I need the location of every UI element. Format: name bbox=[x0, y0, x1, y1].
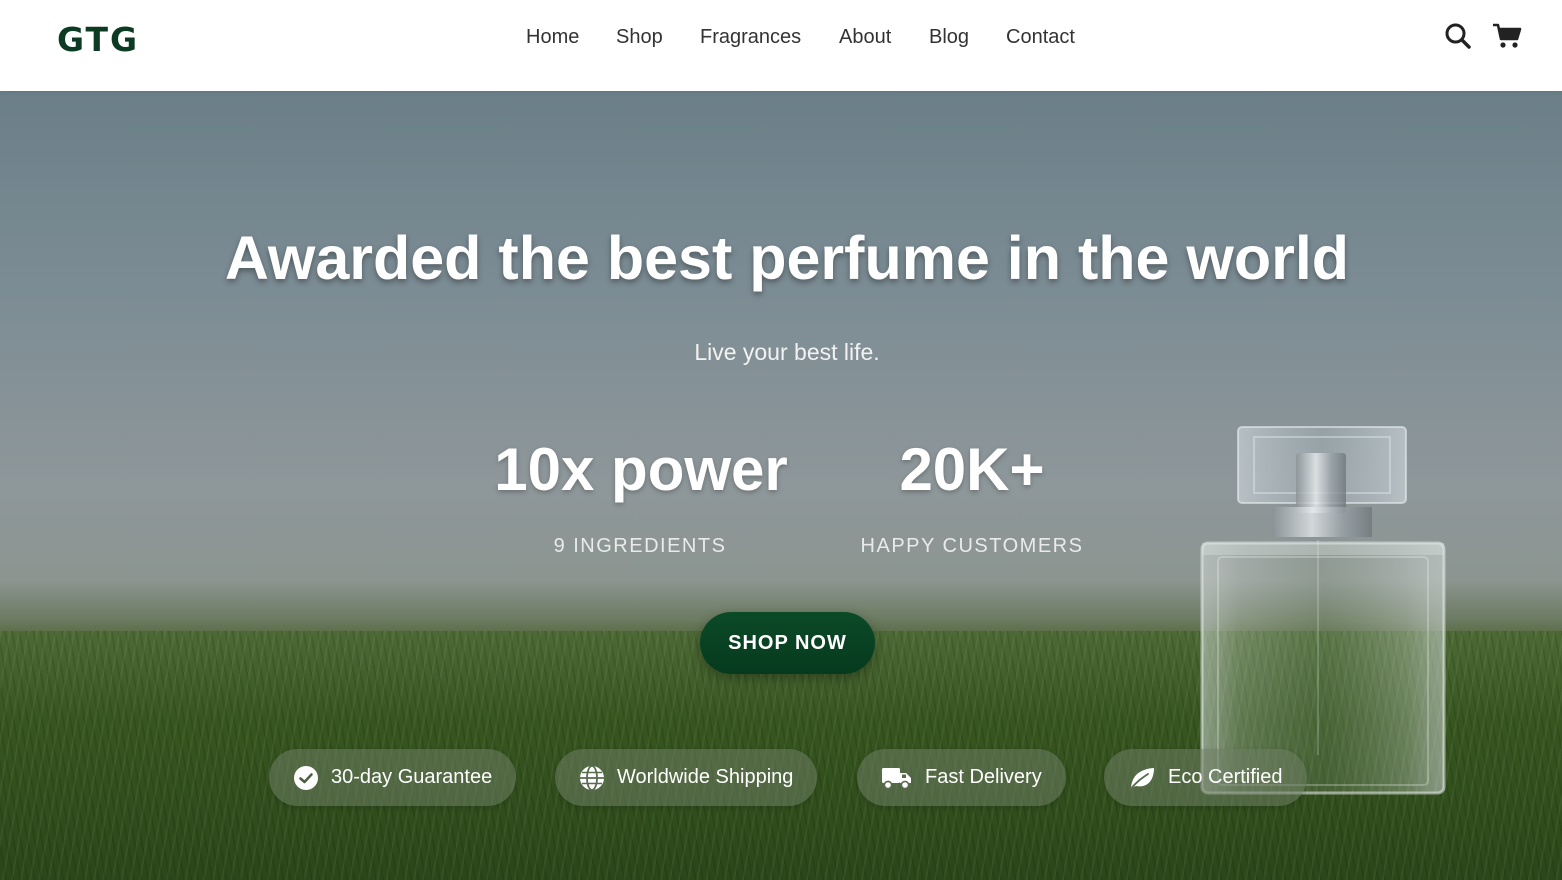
badge-delivery-label: Fast Delivery bbox=[925, 766, 1042, 788]
badge-delivery: Fast Delivery bbox=[857, 749, 1066, 806]
shop-now-button[interactable]: SHOP NOW bbox=[700, 612, 875, 674]
badge-guarantee-label: 30-day Guarantee bbox=[331, 766, 493, 788]
nav-contact[interactable]: Contact bbox=[1006, 26, 1075, 49]
site-header: GTG Home Shop Fragrances About Blog Cont… bbox=[0, 0, 1562, 91]
stat-power-label: 9 INGREDIENTS bbox=[553, 535, 727, 557]
cart-icon[interactable] bbox=[1492, 22, 1522, 50]
search-icon[interactable] bbox=[1444, 22, 1472, 50]
stat-customers-value: 20K+ bbox=[899, 436, 1045, 503]
badge-eco: Eco Certified bbox=[1104, 749, 1307, 806]
hero-subtitle: Live your best life. bbox=[694, 339, 880, 365]
badge-eco-label: Eco Certified bbox=[1168, 766, 1283, 788]
badge-shipping: Worldwide Shipping bbox=[555, 749, 818, 806]
globe-icon bbox=[580, 764, 604, 791]
nav-about[interactable]: About bbox=[839, 26, 891, 49]
truck-icon bbox=[882, 767, 911, 789]
perfume-bottle-image bbox=[1200, 426, 1446, 795]
nav-shop[interactable]: Shop bbox=[616, 26, 663, 49]
nav-blog[interactable]: Blog bbox=[929, 26, 969, 49]
hero-section: Awarded the best perfume in the world Li… bbox=[0, 91, 1562, 880]
main-nav: Home Shop Fragrances About Blog Contact bbox=[0, 26, 1562, 52]
check-circle-icon bbox=[294, 765, 318, 790]
stat-power-value: 10x power bbox=[494, 436, 788, 503]
nav-fragrances[interactable]: Fragrances bbox=[700, 26, 801, 49]
badge-shipping-label: Worldwide Shipping bbox=[617, 766, 794, 788]
nav-home[interactable]: Home bbox=[526, 26, 579, 49]
stat-customers-label: HAPPY CUSTOMERS bbox=[860, 535, 1084, 557]
hero-title: Awarded the best perfume in the world bbox=[224, 224, 1350, 292]
badge-guarantee: 30-day Guarantee bbox=[269, 749, 517, 806]
leaf-icon bbox=[1129, 767, 1154, 791]
